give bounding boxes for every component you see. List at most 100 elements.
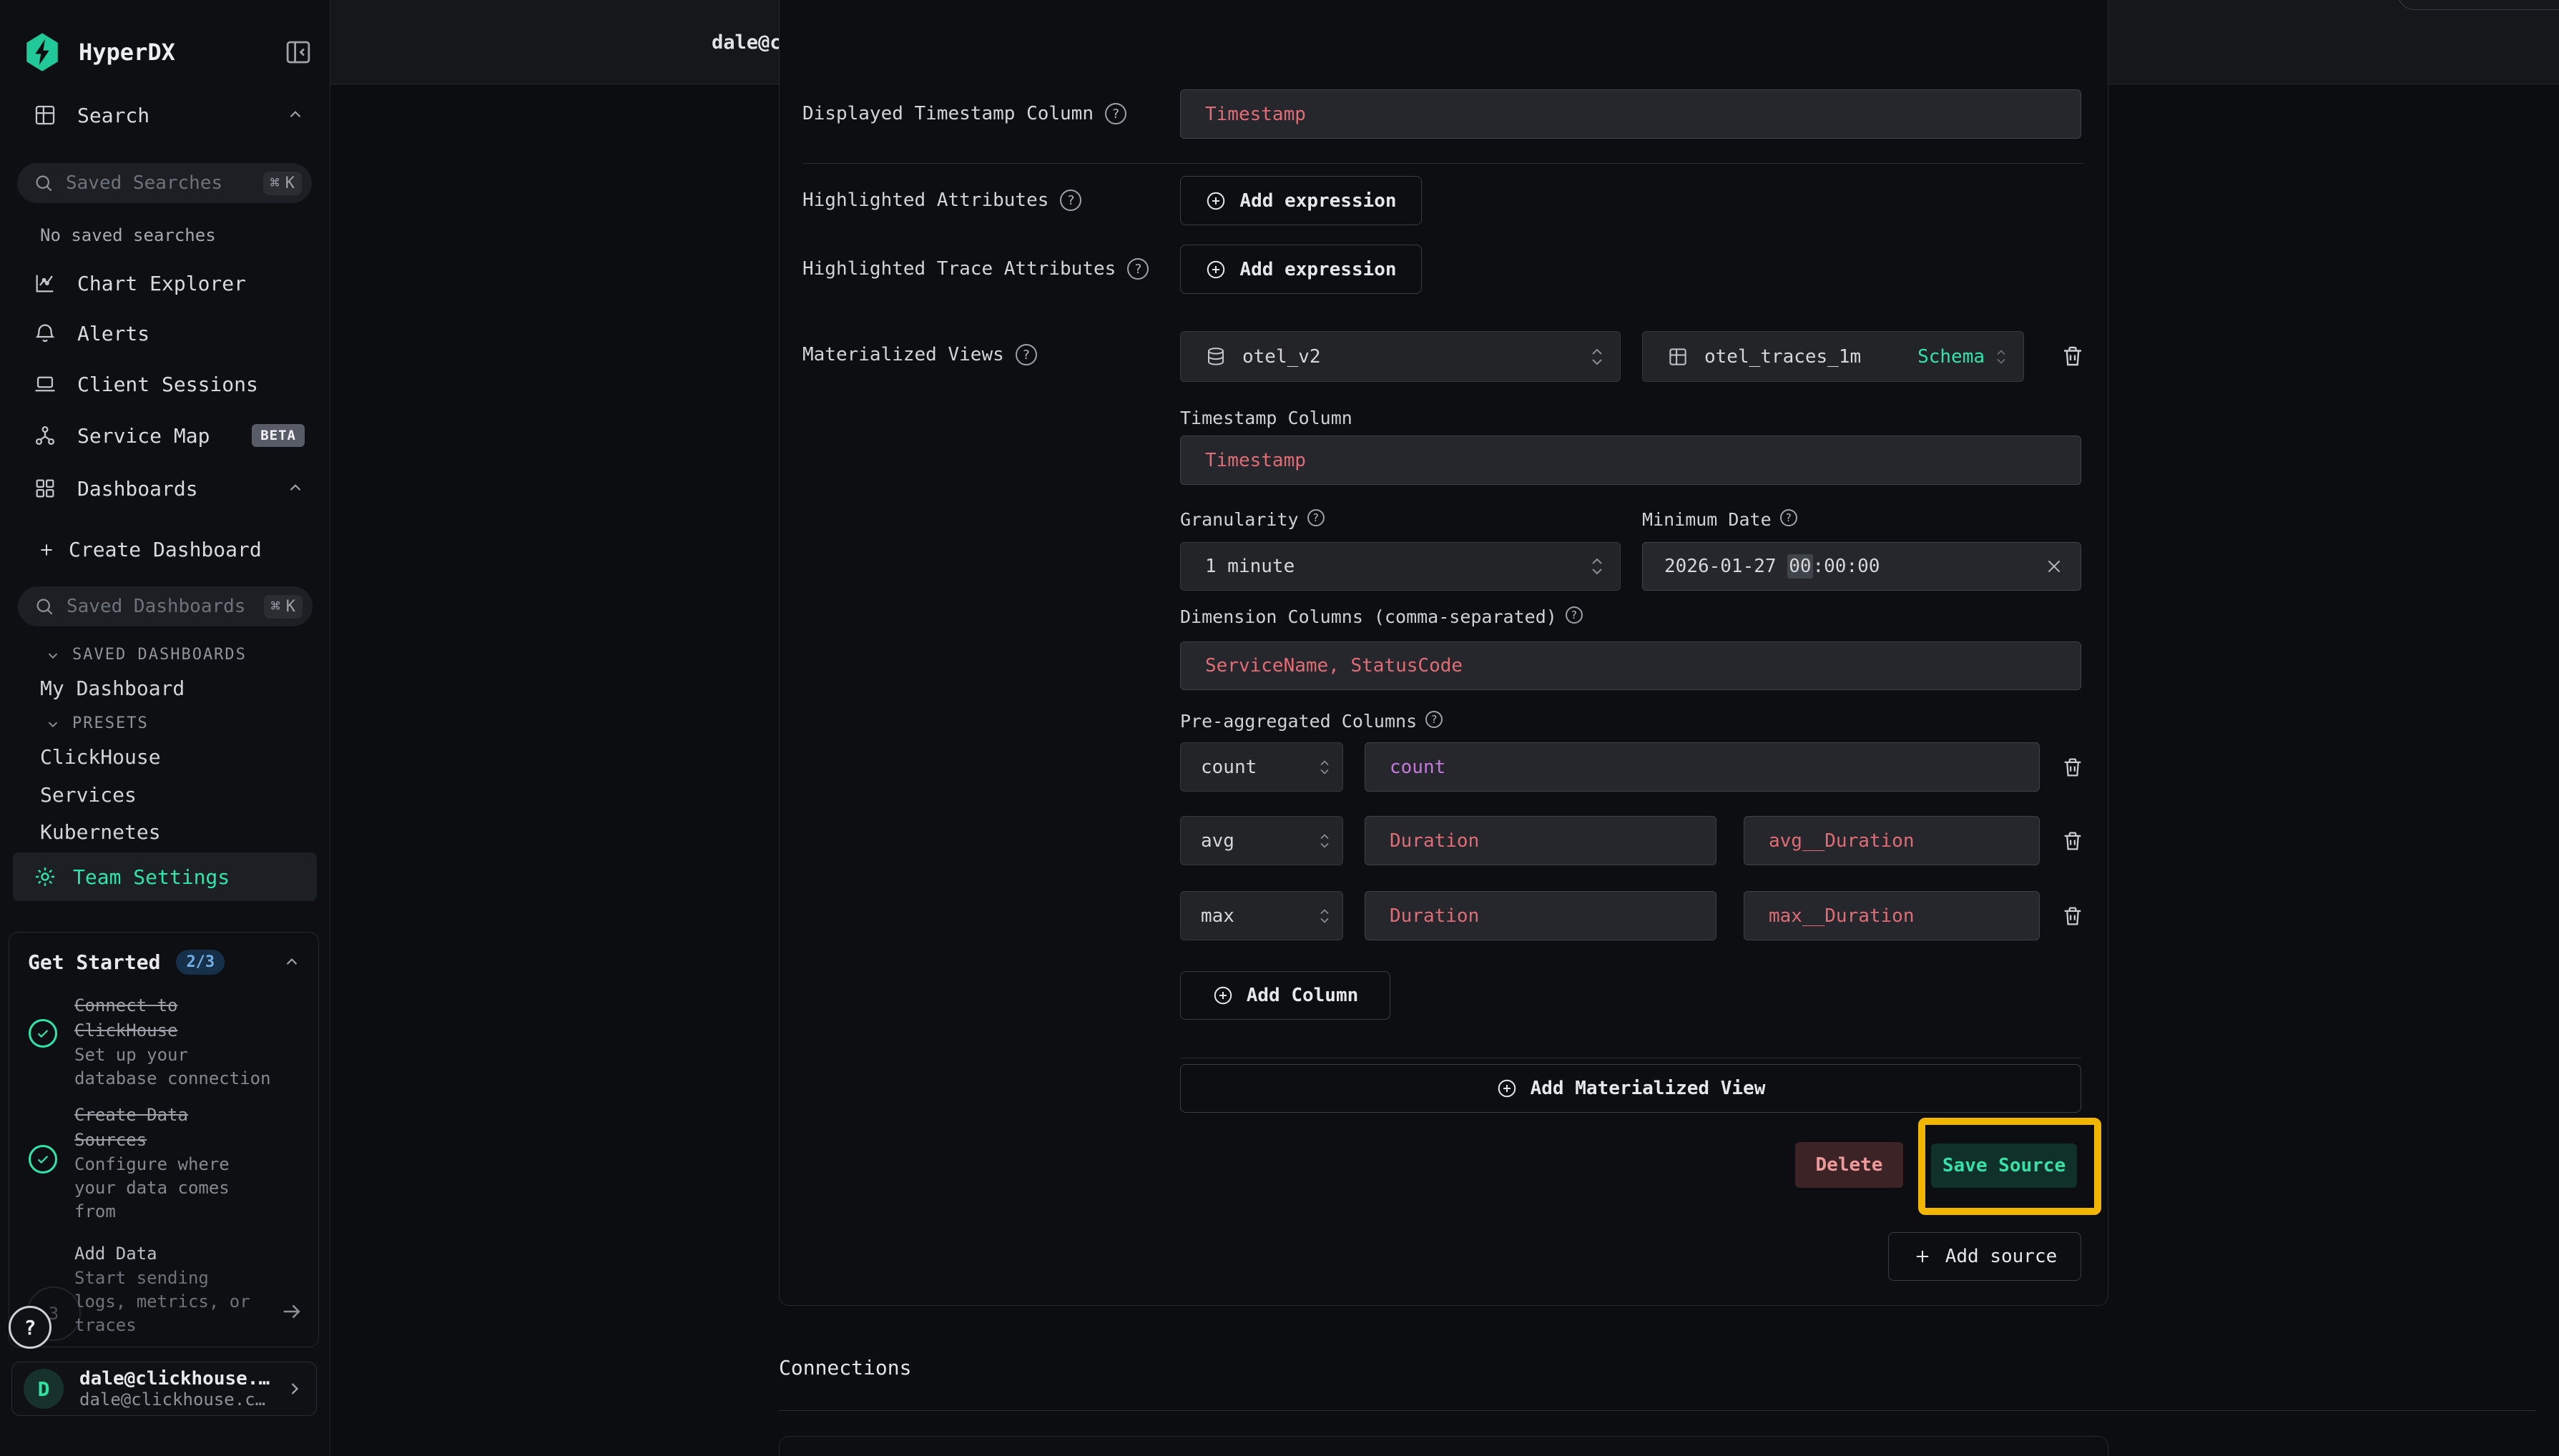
preset-link-kubernetes[interactable]: Kubernetes <box>40 820 161 844</box>
chevron-right-icon <box>285 1379 305 1399</box>
sidebar-item-chart-explorer[interactable]: Chart Explorer <box>33 271 305 295</box>
saved-dashboards-input[interactable]: Saved Dashboards ⌘ K <box>18 586 313 626</box>
database-icon <box>1205 346 1227 368</box>
section-saved-dashboards[interactable]: SAVED DASHBOARDS <box>45 646 247 664</box>
delete-column-trash-icon[interactable] <box>2057 825 2088 857</box>
saved-searches-input[interactable]: Saved Searches ⌘ K <box>17 163 312 203</box>
help-icon[interactable]: ? <box>1566 606 1583 624</box>
add-expression-button[interactable]: Add expression <box>1180 245 1422 294</box>
clear-date-icon[interactable] <box>2045 557 2063 576</box>
collapse-sidebar-icon[interactable] <box>283 37 313 67</box>
section-presets[interactable]: PRESETS <box>45 714 149 732</box>
granularity-select[interactable]: 1 minute <box>1180 542 1621 591</box>
agg-expression-input[interactable]: Duration <box>1365 891 1716 940</box>
chevron-up-icon[interactable] <box>286 106 305 124</box>
hyperdx-logo-icon <box>21 31 63 73</box>
circle-plus-icon <box>1496 1078 1518 1099</box>
add-expression-button[interactable]: Add expression <box>1180 176 1422 225</box>
delete-column-trash-icon[interactable] <box>2057 900 2088 932</box>
sidebar-item-dashboards[interactable]: Dashboards <box>33 476 305 501</box>
user-menu[interactable]: D dale@clickhouse.… dale@clickhouse.c… <box>11 1362 317 1416</box>
chevron-up-icon[interactable] <box>283 953 301 972</box>
dimension-columns-input[interactable]: ServiceName, StatusCode <box>1180 641 2081 690</box>
help-icon[interactable]: ? <box>1307 509 1325 526</box>
help-icon[interactable]: ? <box>1060 190 1081 211</box>
displayed-timestamp-input[interactable]: Timestamp <box>1180 89 2081 139</box>
sidebar-item-team-settings[interactable]: Team Settings <box>13 852 317 901</box>
delete-column-trash-icon[interactable] <box>2057 752 2088 783</box>
delete-source-button[interactable]: Delete <box>1795 1142 1903 1188</box>
chevron-updown-icon <box>1318 908 1331 924</box>
help-button[interactable]: ? <box>9 1306 51 1349</box>
aggfn-select[interactable]: avg <box>1180 816 1343 865</box>
chevron-updown-icon <box>1590 557 1604 576</box>
materialized-views-label: Materialized Views ? <box>802 344 1037 365</box>
help-icon[interactable]: ? <box>1425 711 1443 728</box>
help-icon[interactable]: ? <box>1016 344 1037 365</box>
highlighted-trace-attributes-label: Highlighted Trace Attributes ? <box>802 258 1149 280</box>
agg-expression-input[interactable]: count <box>1365 742 2040 792</box>
mv-database-select[interactable]: otel_v2 <box>1180 331 1621 382</box>
mv-timestamp-column-input[interactable]: Timestamp <box>1180 436 2081 485</box>
no-saved-searches-text: No saved searches <box>40 225 216 245</box>
dimension-columns-label: Dimension Columns (comma-separated) ? <box>1180 606 1583 627</box>
agg-expression-input[interactable]: Duration <box>1365 816 1716 865</box>
preset-link-clickhouse[interactable]: ClickHouse <box>40 745 161 769</box>
gear-icon <box>33 865 57 889</box>
preset-link-services[interactable]: Services <box>40 783 137 807</box>
top-overlay-panel <box>2397 0 2559 10</box>
schema-link[interactable]: Schema <box>1917 346 1985 368</box>
add-source-button[interactable]: Add source <box>1888 1232 2081 1281</box>
sidebar-item-search[interactable]: Search <box>33 103 305 127</box>
connections-panel <box>779 1436 2108 1456</box>
add-column-button[interactable]: Add Column <box>1180 971 1390 1020</box>
get-started-item[interactable]: Create Data Sources Configure where your… <box>74 1103 289 1224</box>
progress-badge: 2/3 <box>176 950 225 975</box>
sidebar: HyperDX Search Saved Searches ⌘ K No sav… <box>0 0 330 1456</box>
create-dashboard-button[interactable]: Create Dashboard <box>37 538 262 561</box>
time-segment-selected[interactable]: 00 <box>1787 554 1812 579</box>
check-circle-icon <box>29 1019 57 1048</box>
save-source-button[interactable]: Save Source <box>1931 1143 2077 1188</box>
sidebar-item-client-sessions[interactable]: Client Sessions <box>33 372 305 396</box>
dashboard-link-my-dashboard[interactable]: My Dashboard <box>40 677 185 700</box>
aggfn-select[interactable]: max <box>1180 891 1343 940</box>
agg-alias-input[interactable]: max__Duration <box>1744 891 2040 940</box>
check-circle-icon <box>29 1145 57 1174</box>
search-icon <box>33 172 54 194</box>
get-started-item[interactable]: Connect to ClickHouse Set up your databa… <box>74 993 289 1091</box>
table-icon <box>33 103 57 127</box>
beta-badge: BETA <box>252 424 305 447</box>
chevron-updown-icon <box>1318 759 1331 775</box>
get-started-header[interactable]: Get Started 2/3 <box>28 950 301 975</box>
add-materialized-view-button[interactable]: Add Materialized View <box>1180 1064 2081 1113</box>
chevron-down-icon <box>45 716 61 732</box>
mv-timestamp-column-label: Timestamp Column <box>1180 408 1352 428</box>
granularity-label: Granularity ? <box>1180 509 1325 530</box>
divider <box>802 163 2084 164</box>
chevron-updown-icon <box>1995 349 2008 365</box>
brand[interactable]: HyperDX <box>21 31 175 73</box>
chevron-up-icon[interactable] <box>286 479 305 498</box>
agg-alias-input[interactable]: avg__Duration <box>1744 816 2040 865</box>
circle-plus-icon <box>1205 259 1227 280</box>
sidebar-item-service-map[interactable]: Service Map BETA <box>33 423 305 448</box>
minimum-date-input[interactable]: 2026-01-27 00:00:00 <box>1642 542 2081 591</box>
mv-table-select[interactable]: otel_traces_1m Schema <box>1642 331 2024 382</box>
shortcut-badge: ⌘ K <box>264 595 303 619</box>
chevron-updown-icon <box>1590 348 1604 366</box>
get-started-item[interactable]: Add Data Start sending logs, metrics, or… <box>74 1241 275 1337</box>
divider <box>779 1410 2536 1411</box>
help-icon[interactable]: ? <box>1127 258 1149 280</box>
circle-plus-icon <box>1212 985 1234 1006</box>
delete-mv-trash-icon[interactable] <box>2057 340 2088 372</box>
highlighted-attributes-label: Highlighted Attributes ? <box>802 190 1081 211</box>
displayed-timestamp-label: Displayed Timestamp Column ? <box>802 103 1126 124</box>
help-icon[interactable]: ? <box>1780 509 1797 526</box>
help-icon[interactable]: ? <box>1105 103 1126 124</box>
app-root: dale@clickhouse.com's Team Displayed Tim… <box>0 0 2559 1456</box>
aggfn-select[interactable]: count <box>1180 742 1343 792</box>
dashboards-icon <box>33 476 57 501</box>
minimum-date-label: Minimum Date ? <box>1642 509 1797 530</box>
sidebar-item-alerts[interactable]: Alerts <box>33 321 305 345</box>
